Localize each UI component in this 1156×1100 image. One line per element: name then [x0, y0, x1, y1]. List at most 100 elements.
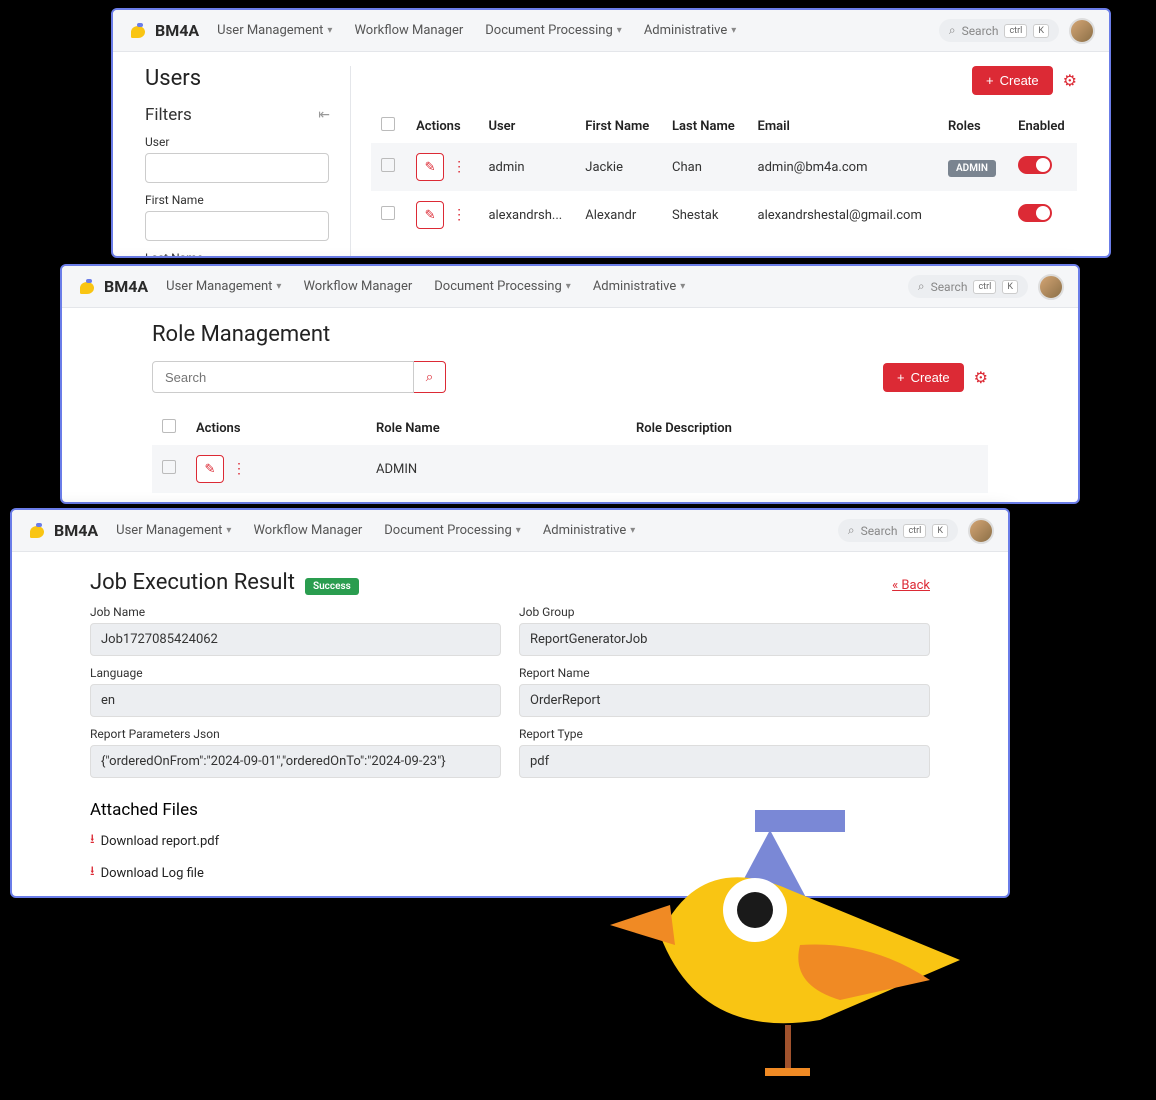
- filter-user-input[interactable]: [145, 153, 329, 183]
- params-value: {"orderedOnFrom":"2024-09-01","orderedOn…: [90, 745, 501, 778]
- nav-user-management[interactable]: User Management▾: [166, 279, 281, 294]
- create-button[interactable]: +Create: [972, 66, 1053, 95]
- filter-label-user: User: [145, 135, 330, 149]
- col-enabled: Enabled: [1008, 109, 1077, 143]
- report-name-value: OrderReport: [519, 684, 930, 717]
- brand-text: BM4A: [155, 21, 199, 40]
- gear-icon[interactable]: ⚙: [974, 368, 988, 387]
- edit-button[interactable]: ✎: [416, 201, 444, 229]
- download-icon: ⭳: [90, 862, 95, 884]
- topbar: BM4A User Management▾ Workflow Manager D…: [113, 10, 1109, 52]
- status-badge: Success: [305, 578, 359, 595]
- col-actions: Actions: [186, 411, 366, 445]
- plus-icon: +: [897, 370, 905, 385]
- search-button[interactable]: ⌕: [414, 361, 446, 393]
- filter-label-firstname: First Name: [145, 193, 330, 207]
- brand-logo: BM4A: [127, 21, 199, 40]
- nav-administrative[interactable]: Administrative▾: [644, 23, 736, 38]
- chevron-down-icon: ▾: [226, 525, 231, 536]
- users-table: Actions User First Name Last Name Email …: [371, 109, 1077, 239]
- table-row: ✎⋮ ADMIN: [152, 445, 988, 493]
- nav-workflow-manager[interactable]: Workflow Manager: [253, 523, 362, 538]
- chevron-down-icon: ▾: [327, 25, 332, 36]
- job-group-label: Job Group: [519, 605, 930, 619]
- col-actions: Actions: [406, 109, 478, 143]
- nav-document-processing[interactable]: Document Processing▾: [384, 523, 521, 538]
- page-title: Users: [145, 66, 330, 91]
- role-badge: ADMIN: [948, 160, 996, 177]
- col-firstname: First Name: [575, 109, 662, 143]
- edit-button[interactable]: ✎: [196, 455, 224, 483]
- gear-icon[interactable]: ⚙: [1063, 71, 1077, 90]
- topbar: BM4A User Management▾ Workflow Manager D…: [62, 266, 1078, 308]
- chevron-down-icon: ▾: [566, 281, 571, 292]
- chevron-down-icon: ▾: [276, 281, 281, 292]
- kebab-icon[interactable]: ⋮: [452, 159, 466, 175]
- roles-table: Actions Role Name Role Description ✎⋮ AD…: [152, 411, 988, 504]
- kbd-hint: K: [1033, 24, 1049, 38]
- filter-firstname-input[interactable]: [145, 211, 329, 241]
- chevron-down-icon: ▾: [680, 281, 685, 292]
- brand-text: BM4A: [54, 521, 98, 540]
- select-all-checkbox[interactable]: [381, 117, 395, 131]
- search-icon: ⌕: [949, 23, 956, 38]
- kebab-icon[interactable]: ⋮: [232, 461, 246, 477]
- back-link[interactable]: « Back: [892, 578, 930, 593]
- row-checkbox[interactable]: [381, 158, 395, 172]
- row-checkbox[interactable]: [381, 206, 395, 220]
- user-avatar[interactable]: [1038, 274, 1064, 300]
- user-avatar[interactable]: [968, 518, 994, 544]
- bird-icon: [26, 522, 48, 540]
- filter-label-lastname: Last Name: [145, 251, 330, 258]
- nav-user-management[interactable]: User Management▾: [217, 23, 332, 38]
- nav-workflow-manager[interactable]: Workflow Manager: [303, 279, 412, 294]
- brand-text: BM4A: [104, 277, 148, 296]
- nav-administrative[interactable]: Administrative▾: [543, 523, 635, 538]
- search-icon: ⌕: [918, 279, 925, 294]
- chevron-down-icon: ▾: [731, 25, 736, 36]
- kbd-hint: ctrl: [1004, 24, 1027, 38]
- report-name-label: Report Name: [519, 666, 930, 680]
- chevron-down-icon: ▾: [630, 525, 635, 536]
- table-row: ✎⋮ alexandrsh... Alexandr Shestak alexan…: [371, 191, 1077, 239]
- global-search[interactable]: ⌕ Search ctrl K: [908, 275, 1028, 298]
- language-value: en: [90, 684, 501, 717]
- global-search[interactable]: ⌕ Search ctrl K: [939, 19, 1059, 42]
- kebab-icon[interactable]: ⋮: [452, 207, 466, 223]
- nav-workflow-manager[interactable]: Workflow Manager: [354, 23, 463, 38]
- select-all-checkbox[interactable]: [162, 419, 176, 433]
- nav-user-management[interactable]: User Management▾: [116, 523, 231, 538]
- role-search-input[interactable]: [152, 361, 414, 393]
- global-search[interactable]: ⌕ Search ctrl K: [838, 519, 958, 542]
- nav-document-processing[interactable]: Document Processing▾: [434, 279, 571, 294]
- col-user: User: [478, 109, 575, 143]
- search-icon: ⌕: [848, 523, 855, 538]
- bird-icon: [76, 278, 98, 296]
- job-name-label: Job Name: [90, 605, 501, 619]
- nav-administrative[interactable]: Administrative▾: [593, 279, 685, 294]
- job-group-value: ReportGeneratorJob: [519, 623, 930, 656]
- params-label: Report Parameters Json: [90, 727, 501, 741]
- collapse-icon[interactable]: ⇤: [318, 107, 330, 123]
- filters-header: Filters: [145, 105, 192, 125]
- edit-button[interactable]: ✎: [416, 153, 444, 181]
- job-name-value: Job1727085424062: [90, 623, 501, 656]
- enabled-toggle[interactable]: [1018, 204, 1052, 222]
- report-type-value: pdf: [519, 745, 930, 778]
- table-row: ✎⋮ MANAGER: [152, 493, 988, 504]
- row-checkbox[interactable]: [162, 460, 176, 474]
- col-email: Email: [748, 109, 938, 143]
- col-lastname: Last Name: [662, 109, 748, 143]
- nav-document-processing[interactable]: Document Processing▾: [485, 23, 622, 38]
- edit-button[interactable]: ✎: [196, 503, 224, 504]
- page-title: Role Management: [152, 322, 988, 347]
- chevron-down-icon: ▾: [516, 525, 521, 536]
- create-button[interactable]: +Create: [883, 363, 964, 392]
- download-icon: ⭳: [90, 830, 95, 852]
- user-avatar[interactable]: [1069, 18, 1095, 44]
- table-row: ✎⋮ admin Jackie Chan admin@bm4a.com ADMI…: [371, 143, 1077, 191]
- brand-logo: BM4A: [26, 521, 98, 540]
- bird-icon: [127, 22, 149, 40]
- enabled-toggle[interactable]: [1018, 156, 1052, 174]
- language-label: Language: [90, 666, 501, 680]
